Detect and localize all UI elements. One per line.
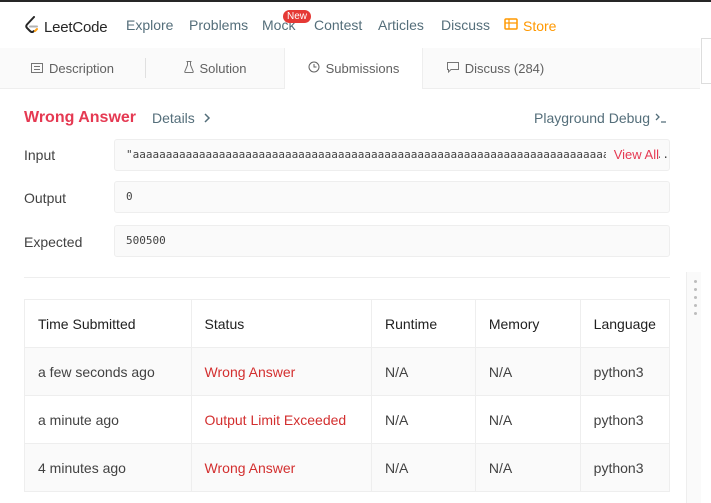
output-value-box: 0 <box>114 181 670 213</box>
drag-dot <box>694 304 697 307</box>
drag-dot <box>694 296 697 299</box>
input-value-box: "aaaaaaaaaaaaaaaaaaaaaaaaaaaaaaaaaaaaaaa… <box>114 139 670 171</box>
header-memory[interactable]: Memory <box>474 299 581 348</box>
header-runtime[interactable]: Runtime <box>371 299 476 348</box>
header-status[interactable]: Status <box>190 299 373 348</box>
flask-icon <box>183 60 200 76</box>
submissions-table: Time Submitted Status Runtime Memory Lan… <box>24 299 671 492</box>
cell-runtime: N/A <box>371 395 476 444</box>
output-value: 0 <box>126 190 133 203</box>
cell-language: python3 <box>579 443 671 492</box>
input-value: "aaaaaaaaaaaaaaaaaaaaaaaaaaaaaaaaaaaaaaa… <box>126 148 670 161</box>
cell-memory: N/A <box>474 443 581 492</box>
logo-text: LeetCode <box>44 19 108 36</box>
nav-store[interactable]: Store <box>504 17 556 34</box>
tab-discuss-label: Discuss (284) <box>464 60 545 76</box>
cell-language: python3 <box>579 395 671 444</box>
tab-description-label: Description <box>48 60 115 76</box>
table-row[interactable]: a minute ago Output Limit Exceeded N/A N… <box>24 395 671 444</box>
table-header-row: Time Submitted Status Runtime Memory Lan… <box>24 299 671 348</box>
leetcode-logo-icon <box>24 16 40 39</box>
cell-language: python3 <box>579 347 671 396</box>
header-time-submitted[interactable]: Time Submitted <box>24 299 192 348</box>
terminal-icon <box>650 110 667 126</box>
cell-runtime: N/A <box>371 443 476 492</box>
tab-submissions[interactable]: Submissions <box>284 48 423 89</box>
input-label: Input <box>24 147 56 163</box>
tab-description[interactable]: Description <box>0 48 145 88</box>
tab-bar: Description Solution Submissions Discuss… <box>0 48 700 89</box>
expected-label: Expected <box>24 234 83 250</box>
tab-solution[interactable]: Solution <box>146 48 284 88</box>
drag-dot <box>694 280 697 283</box>
nav-problems[interactable]: Problems <box>189 17 248 33</box>
drag-dot <box>694 288 697 291</box>
nav-explore[interactable]: Explore <box>126 17 173 33</box>
details-link[interactable]: Details <box>152 110 211 126</box>
top-navbar: LeetCode Explore Problems Mock New Conte… <box>0 0 711 48</box>
header-language[interactable]: Language <box>579 299 671 348</box>
new-badge: New <box>283 10 312 23</box>
logo[interactable]: LeetCode <box>24 16 108 39</box>
store-label: Store <box>523 17 557 34</box>
playground-label: Playground Debug <box>534 110 650 126</box>
output-label: Output <box>24 190 67 206</box>
view-all-link[interactable]: View All <box>605 140 659 170</box>
expected-value: 500500 <box>126 234 166 247</box>
cell-status-link[interactable]: Wrong Answer <box>190 443 373 492</box>
cell-time: 4 minutes ago <box>24 443 192 492</box>
cell-runtime: N/A <box>371 347 476 396</box>
description-icon <box>30 61 49 76</box>
tab-discuss[interactable]: Discuss (284) <box>423 48 568 88</box>
nav-contest[interactable]: Contest <box>314 17 362 33</box>
tab-submissions-label: Submissions <box>325 61 400 76</box>
clock-icon <box>308 61 326 76</box>
expected-value-box: 500500 <box>114 225 670 257</box>
cell-memory: N/A <box>474 395 581 444</box>
details-label: Details <box>152 110 195 126</box>
chevron-right-icon <box>195 110 211 126</box>
comment-icon <box>446 61 465 76</box>
cell-status-link[interactable]: Wrong Answer <box>190 347 373 396</box>
nav-articles[interactable]: Articles <box>378 17 424 33</box>
table-row[interactable]: a few seconds ago Wrong Answer N/A N/A p… <box>24 347 671 396</box>
nav-discuss[interactable]: Discuss <box>441 17 490 33</box>
playground-debug-button[interactable]: Playground Debug <box>534 110 667 126</box>
tab-solution-label: Solution <box>199 60 247 76</box>
panel-resize-handle[interactable] <box>686 272 701 503</box>
table-row[interactable]: 4 minutes ago Wrong Answer N/A N/A pytho… <box>24 443 671 492</box>
cell-memory: N/A <box>474 347 581 396</box>
result-status-title: Wrong Answer <box>24 109 137 126</box>
side-panel-toggle[interactable] <box>701 38 711 84</box>
cell-time: a few seconds ago <box>24 347 192 396</box>
store-icon <box>504 17 523 34</box>
cell-time: a minute ago <box>24 395 192 444</box>
drag-dot <box>694 312 697 315</box>
section-divider <box>24 277 670 278</box>
cell-status-link[interactable]: Output Limit Exceeded <box>190 395 373 444</box>
